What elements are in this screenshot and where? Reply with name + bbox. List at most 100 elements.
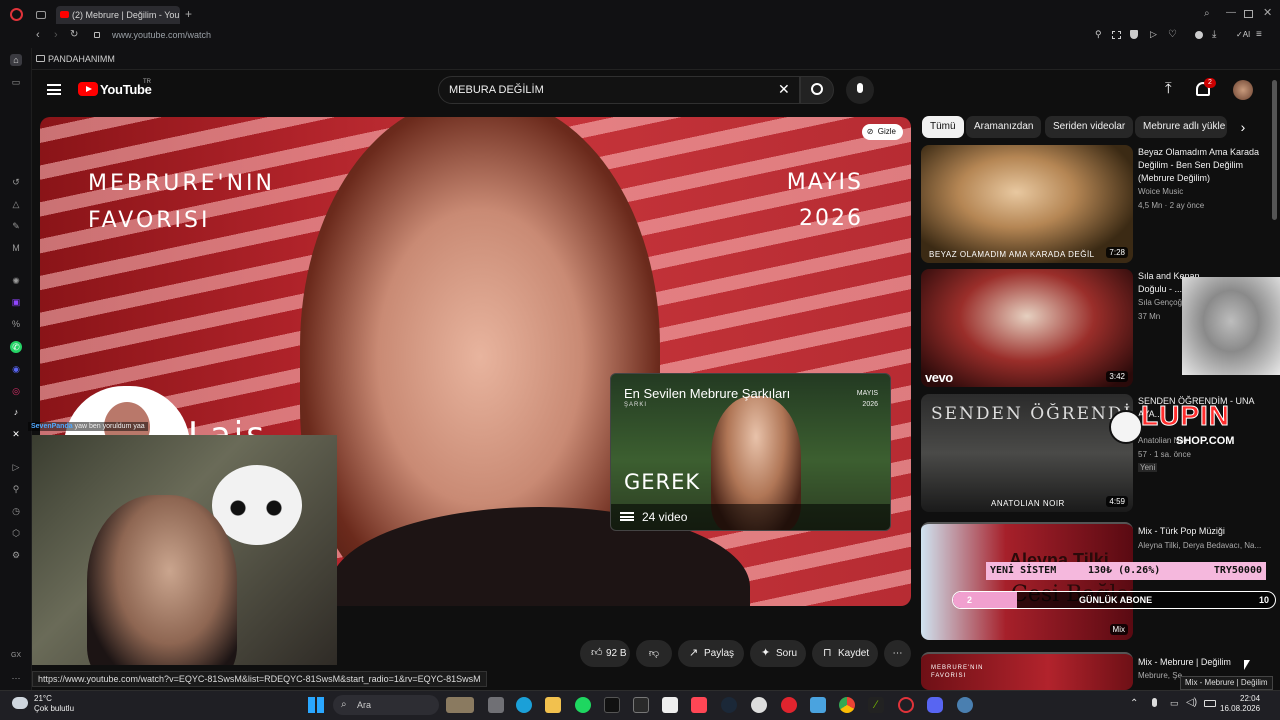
like-button[interactable]: 👍︎ 92 B (580, 640, 630, 667)
whatsapp-icon[interactable]: ✆ (10, 341, 22, 353)
notepad-icon[interactable] (810, 697, 826, 713)
chip-series[interactable]: Seriden videolar (1045, 116, 1134, 138)
edit-icon[interactable]: ✎ (10, 220, 22, 232)
ai-icon[interactable]: ✓AI (1236, 30, 1250, 39)
steam-icon[interactable] (721, 697, 737, 713)
forward-icon[interactable]: › (54, 29, 58, 41)
discord-icon[interactable] (927, 697, 943, 713)
play-icon[interactable]: ▷ (1150, 29, 1157, 40)
settings-icon[interactable]: ⚙ (10, 549, 22, 561)
recommendation-channel[interactable]: Sıla Gençoğlu (1138, 298, 1182, 307)
search-input-value[interactable]: MEBURA DEĞİLİM (449, 84, 544, 96)
tray-chevron-icon[interactable]: ⌃ (1130, 698, 1138, 709)
discord-icon[interactable]: ◉ (10, 363, 22, 375)
instagram-icon[interactable]: ◎ (10, 385, 22, 397)
aria-icon[interactable]: △ (10, 198, 22, 210)
new-tab-icon[interactable]: + (185, 7, 192, 21)
browser-tab-youtube[interactable]: (2) Mebrure | Değilim - You (56, 6, 180, 24)
youtube-logo-icon[interactable] (78, 82, 98, 96)
edge-icon[interactable] (516, 697, 532, 713)
widget-app-icon[interactable] (446, 697, 474, 713)
pinboard-icon[interactable]: ⚲ (10, 483, 22, 495)
extensions-icon[interactable]: ⬡ (10, 527, 22, 539)
chrome-icon[interactable] (839, 697, 855, 713)
weather-widget[interactable]: 21°C Çok bulutlu (34, 694, 74, 714)
recommendation-title[interactable]: Mix - Türk Pop Müziği (1138, 525, 1264, 538)
percent-icon[interactable]: % (10, 318, 22, 330)
chevron-right-icon[interactable]: › (1232, 116, 1254, 138)
red-app-icon[interactable] (781, 697, 797, 713)
opera-gx-icon[interactable] (898, 697, 914, 713)
github-icon[interactable] (751, 697, 767, 713)
opera-logo-icon[interactable] (10, 8, 23, 21)
download-icon[interactable]: ⤓ (1212, 29, 1216, 40)
search-button[interactable] (800, 76, 834, 104)
upload-icon[interactable]: ⤒ (1165, 80, 1172, 97)
valorant-icon[interactable] (691, 697, 707, 713)
nvidia-icon[interactable]: ∕ (868, 697, 884, 713)
windows-start-icon[interactable] (308, 697, 324, 713)
snapshot-icon[interactable] (1112, 31, 1121, 39)
battery-icon[interactable] (1204, 700, 1216, 707)
notifications-button[interactable]: 2 (1196, 78, 1216, 96)
capcut-icon[interactable] (662, 697, 678, 713)
history-icon[interactable]: ↺ (10, 176, 22, 188)
twitch-icon[interactable]: ▣ (10, 296, 22, 308)
share-button[interactable]: ↗ Paylaş (678, 640, 744, 667)
chip-uploader[interactable]: Mebrure adlı yükle (1135, 116, 1227, 138)
tabs-icon[interactable]: ▭ (10, 76, 22, 88)
hamburger-menu-icon[interactable] (47, 84, 61, 95)
obs-icon[interactable] (957, 697, 973, 713)
shield-icon[interactable] (1130, 30, 1138, 39)
avatar[interactable] (1233, 80, 1253, 100)
url-field[interactable]: www.youtube.com/watch (112, 30, 211, 40)
recommendation-thumbnail[interactable]: Aleyna Tilki Cesi Bağları Mix (921, 522, 1133, 640)
recommendation-thumbnail[interactable]: SENDEN ÖĞRENDİM ANATOLIAN NOIR 4:59 (921, 394, 1133, 512)
spotify-icon[interactable] (575, 697, 591, 713)
menu-icon[interactable]: ≡ (1256, 29, 1262, 40)
chip-from-search[interactable]: Aramanızdan (966, 116, 1042, 138)
chatgpt-icon[interactable]: ✺ (10, 275, 22, 287)
hide-button[interactable]: Gizle (861, 124, 903, 140)
file-manager-icon[interactable] (488, 697, 504, 713)
save-button[interactable]: ⊓ Kaydet (812, 640, 878, 667)
recommendation-channel[interactable]: Aleyna Tilki, Derya Bedavacı, Na... (1138, 541, 1264, 550)
recommendation-thumbnail[interactable]: MEBRURE'NIN FAVORISI (921, 652, 1133, 690)
recommendation-thumbnail[interactable]: BEYAZ OLAMADIM AMA KARADA DEĞİL 7:28 (921, 145, 1133, 263)
pin-icon[interactable]: ⚲ (1095, 29, 1102, 40)
back-icon[interactable]: ‹ (36, 29, 40, 41)
gx-icon[interactable]: GX (10, 650, 22, 662)
microphone-icon[interactable] (1152, 698, 1157, 707)
taskbar-clock[interactable]: 22:04 16.08.2026 (1220, 694, 1260, 714)
recommendation-thumbnail[interactable]: vevo 3:42 (921, 269, 1133, 387)
more-icon[interactable]: ⋯ (10, 672, 22, 684)
bookmark-folder[interactable]: PANDAHANIMM (48, 54, 115, 64)
maximize-icon[interactable] (1244, 10, 1253, 18)
workspace-icon[interactable] (36, 11, 46, 19)
search-tabs-icon[interactable]: ⌕ (1204, 8, 1210, 19)
heart-icon[interactable]: ♡ (1168, 29, 1177, 40)
clear-search-icon[interactable]: ✕ (778, 81, 790, 98)
ask-button[interactable]: ✦ Soru (750, 640, 806, 667)
maps-icon[interactable]: M (10, 242, 22, 254)
clock-icon[interactable]: ◷ (10, 505, 22, 517)
tiktok-icon[interactable]: ♪ (10, 406, 22, 418)
explorer-icon[interactable] (545, 697, 561, 713)
minimize-icon[interactable]: — (1226, 7, 1236, 18)
chip-all[interactable]: Tümü (922, 116, 964, 138)
taskbar-search[interactable]: ⌕ Ara (333, 695, 439, 715)
volume-icon[interactable]: ◁) (1186, 697, 1197, 708)
epic-games-icon[interactable] (633, 697, 649, 713)
profile-icon[interactable] (1195, 31, 1203, 39)
dislike-button[interactable]: 👎︎ (636, 640, 672, 667)
recommendation-title[interactable]: Beyaz Olamadım Ama Karada Değilim - Ben … (1138, 146, 1264, 185)
network-icon[interactable]: ▭ (1170, 698, 1179, 709)
x-icon[interactable]: ✕ (10, 428, 22, 440)
scrollbar-thumb[interactable] (1272, 80, 1277, 220)
home-icon[interactable]: ⌂ (10, 54, 22, 66)
player-icon[interactable]: ▷ (10, 461, 22, 473)
close-window-icon[interactable]: ✕ (1263, 6, 1272, 19)
voice-search-button[interactable] (846, 76, 874, 104)
playlist-card[interactable]: En Sevilen Mebrure Şarkıları ŞARKI MAYIS… (610, 373, 891, 531)
recommendation-channel[interactable]: Woice Music (1138, 187, 1264, 196)
